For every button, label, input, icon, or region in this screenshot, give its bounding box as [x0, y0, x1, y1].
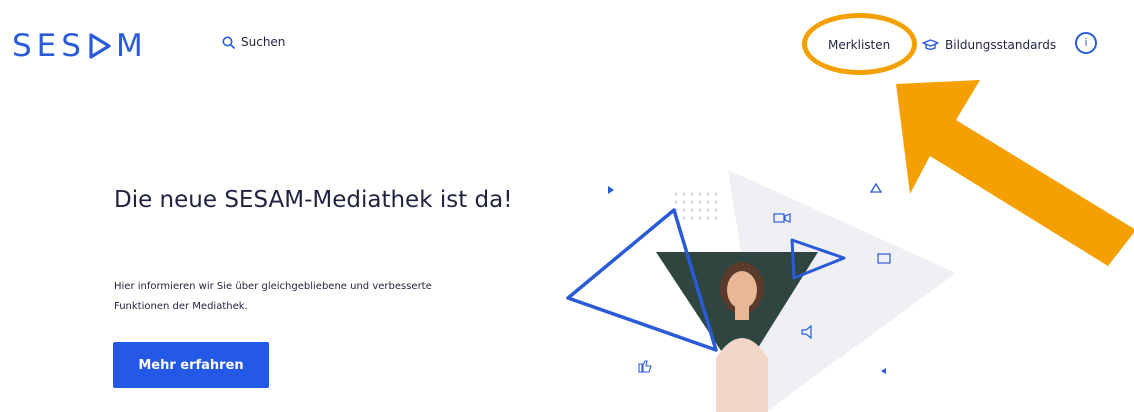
bildungsstandards-link[interactable]: Bildungsstandards [922, 38, 1056, 52]
logo-a-triangle-icon [89, 33, 111, 59]
search-link[interactable]: Suchen [222, 35, 285, 49]
bildungsstandards-label: Bildungsstandards [945, 38, 1057, 52]
play-small-icon [608, 186, 614, 194]
dot-grid-decoration [674, 192, 718, 220]
info-button[interactable]: i [1075, 32, 1097, 54]
info-icon: i [1084, 36, 1088, 49]
graduation-cap-icon [922, 39, 939, 50]
hero-description: Hier informieren wir Sie über gleichgebl… [114, 281, 432, 312]
logo-text-right: M [115, 28, 148, 64]
play-left-small-icon [881, 368, 886, 374]
annotation-highlight-ring [802, 13, 917, 75]
sesam-logo[interactable]: SES M [12, 26, 148, 66]
outline-triangle-left [566, 208, 718, 352]
triangle-outline-small-icon [869, 182, 883, 193]
logo-text-left: SES [12, 28, 86, 64]
hero-illustration [566, 170, 956, 412]
thumbs-up-icon [638, 360, 652, 373]
search-label: Suchen [241, 35, 286, 49]
page: SES M Suchen Merklisten Bildungsstandard… [0, 0, 1134, 412]
mehr-erfahren-button[interactable]: Mehr erfahren [113, 342, 269, 388]
search-icon [222, 36, 235, 49]
hero-title: Die neue SESAM-Mediathek ist da! [114, 187, 513, 213]
